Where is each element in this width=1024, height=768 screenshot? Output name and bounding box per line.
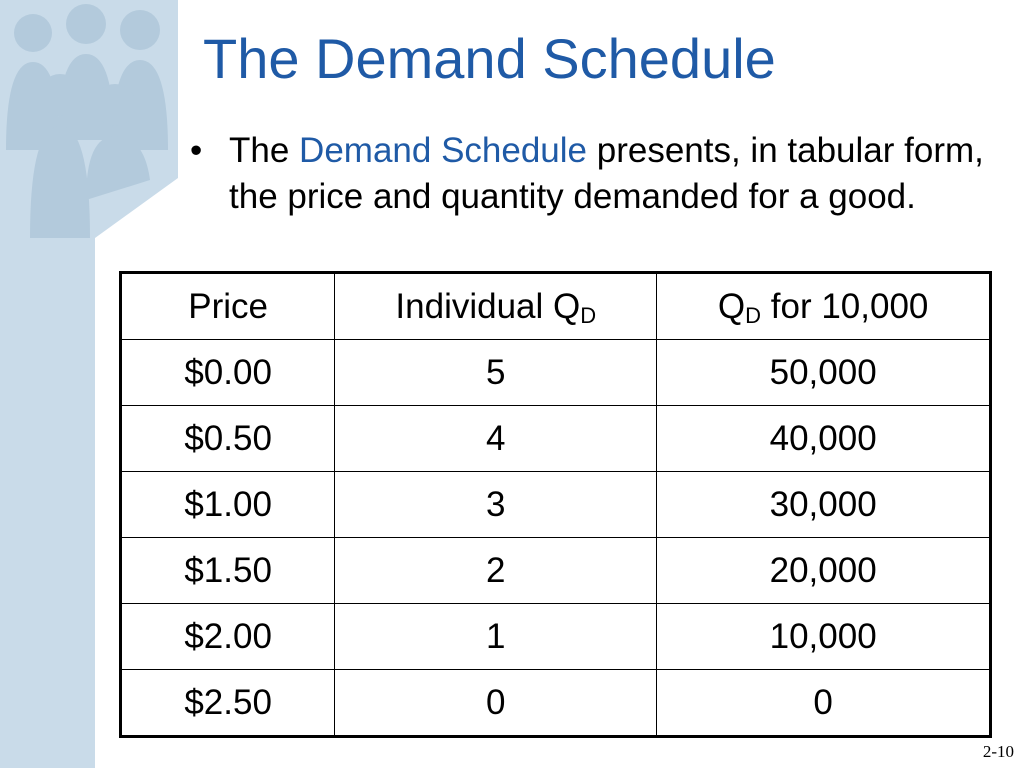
cell-price: $1.00: [119, 471, 336, 538]
table-row: $0.50 4 40,000: [119, 405, 991, 472]
cell-market-qd: 30,000: [656, 471, 991, 538]
slide-title: The Demand Schedule: [203, 27, 776, 90]
cell-price: $1.50: [119, 537, 336, 604]
table-row: $1.00 3 30,000: [119, 471, 991, 538]
cell-individual-qd: 5: [334, 339, 658, 406]
cell-individual-qd: 4: [334, 405, 658, 472]
bullet-dot-icon: •: [190, 131, 203, 170]
cell-market-qd: 40,000: [656, 405, 991, 472]
table-row: $0.00 5 50,000: [119, 339, 991, 406]
header-price: Price: [119, 272, 336, 340]
slide-number: 2-10: [982, 742, 1014, 761]
cell-market-qd: 0: [656, 669, 991, 737]
table-row: $2.50 0 0: [119, 669, 991, 737]
cell-price: $0.00: [119, 339, 336, 406]
cell-market-qd: 10,000: [656, 603, 991, 670]
demand-schedule-table: Price Individual QD QD for 10,000 $0.00 …: [119, 271, 992, 738]
cell-market-qd: 20,000: [656, 537, 991, 604]
cell-individual-qd: 0: [334, 669, 658, 737]
bullet-lead: The: [229, 131, 300, 170]
cell-price: $0.50: [119, 405, 336, 472]
cell-individual-qd: 3: [334, 471, 658, 538]
header-individual-qd: Individual QD: [334, 272, 658, 340]
table-row: $1.50 2 20,000: [119, 537, 991, 604]
table-header-row: Price Individual QD QD for 10,000: [119, 272, 991, 340]
cell-price: $2.00: [119, 603, 336, 670]
header-qd-for-10000: QD for 10,000: [656, 272, 991, 340]
table-row: $2.00 1 10,000: [119, 603, 991, 670]
cell-individual-qd: 1: [334, 603, 658, 670]
bullet-text: The Demand Schedule presents, in tabular…: [229, 128, 1009, 220]
cell-price: $2.50: [119, 669, 336, 737]
cell-market-qd: 50,000: [656, 339, 991, 406]
bullet-highlight: Demand Schedule: [299, 131, 588, 170]
cell-individual-qd: 2: [334, 537, 658, 604]
